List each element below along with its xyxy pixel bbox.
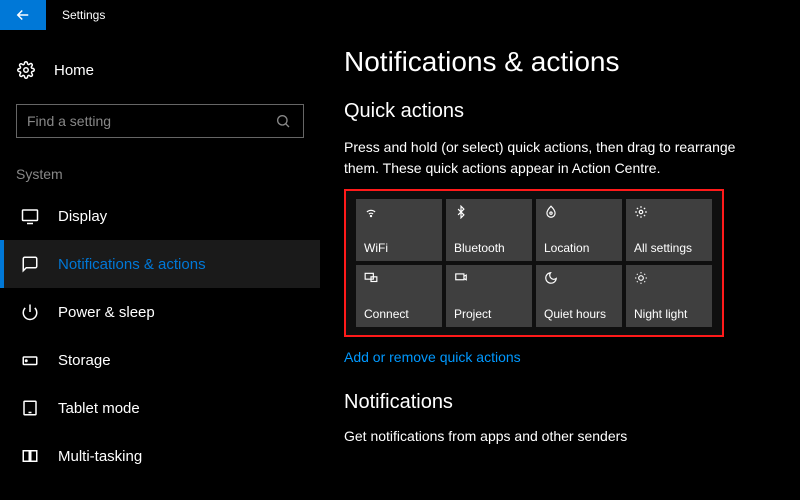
qa-tile-project[interactable]: Project xyxy=(446,265,532,327)
add-remove-quick-actions-link[interactable]: Add or remove quick actions xyxy=(344,349,780,365)
titlebar: Settings xyxy=(0,0,800,30)
qa-tile-label: WiFi xyxy=(364,241,434,255)
sidebar-item-label: Notifications & actions xyxy=(58,256,206,273)
qa-tile-label: Project xyxy=(454,307,524,321)
gear-icon xyxy=(16,60,36,80)
back-button[interactable] xyxy=(0,0,46,30)
page-title: Notifications & actions xyxy=(344,46,780,78)
sun-icon xyxy=(634,271,704,287)
qa-tile-quiet-hours[interactable]: Quiet hours xyxy=(536,265,622,327)
sidebar-item-notifications[interactable]: Notifications & actions xyxy=(0,240,320,288)
window-title: Settings xyxy=(62,8,105,22)
sidebar: Home System Display Notifications & acti… xyxy=(0,30,320,500)
sidebar-home-label: Home xyxy=(54,62,94,79)
sidebar-item-label: Power & sleep xyxy=(58,304,155,321)
qa-tile-label: Bluetooth xyxy=(454,241,524,255)
location-icon xyxy=(544,205,614,221)
qa-tile-connect[interactable]: Connect xyxy=(356,265,442,327)
arrow-left-icon xyxy=(13,5,33,25)
sidebar-home[interactable]: Home xyxy=(0,50,320,90)
search-box[interactable] xyxy=(16,104,304,138)
connect-icon xyxy=(364,271,434,287)
qa-tile-label: All settings xyxy=(634,241,704,255)
notifications-description: Get notifications from apps and other se… xyxy=(344,428,780,444)
sidebar-section-label: System xyxy=(0,156,320,192)
qa-tile-wifi[interactable]: WiFi xyxy=(356,199,442,261)
moon-icon xyxy=(544,271,614,287)
notifications-heading: Notifications xyxy=(344,391,780,414)
display-icon xyxy=(20,206,40,226)
gear-icon xyxy=(634,205,704,221)
sidebar-item-label: Storage xyxy=(58,352,111,369)
multitasking-icon xyxy=(20,446,40,466)
qa-tile-night-light[interactable]: Night light xyxy=(626,265,712,327)
sidebar-item-storage[interactable]: Storage xyxy=(0,336,320,384)
sidebar-item-label: Display xyxy=(58,208,107,225)
sidebar-item-display[interactable]: Display xyxy=(0,192,320,240)
project-icon xyxy=(454,271,524,287)
qa-tile-bluetooth[interactable]: Bluetooth xyxy=(446,199,532,261)
wifi-icon xyxy=(364,205,434,221)
bluetooth-icon xyxy=(454,205,524,221)
search-input[interactable] xyxy=(27,113,273,129)
quick-actions-grid: WiFi Bluetooth Location All settings Con… xyxy=(356,199,712,327)
quick-actions-highlight: WiFi Bluetooth Location All settings Con… xyxy=(344,189,724,337)
qa-tile-label: Night light xyxy=(634,307,704,321)
notifications-icon xyxy=(20,254,40,274)
sidebar-item-label: Multi-tasking xyxy=(58,448,142,465)
sidebar-item-power[interactable]: Power & sleep xyxy=(0,288,320,336)
sidebar-item-label: Tablet mode xyxy=(58,400,140,417)
tablet-icon xyxy=(20,398,40,418)
qa-tile-label: Location xyxy=(544,241,614,255)
main-content: Notifications & actions Quick actions Pr… xyxy=(320,30,800,500)
quick-actions-description: Press and hold (or select) quick actions… xyxy=(344,137,764,179)
sidebar-item-multitasking[interactable]: Multi-tasking xyxy=(0,432,320,480)
qa-tile-all-settings[interactable]: All settings xyxy=(626,199,712,261)
quick-actions-heading: Quick actions xyxy=(344,100,780,123)
search-icon xyxy=(273,111,293,131)
power-icon xyxy=(20,302,40,322)
sidebar-item-tablet[interactable]: Tablet mode xyxy=(0,384,320,432)
qa-tile-location[interactable]: Location xyxy=(536,199,622,261)
qa-tile-label: Connect xyxy=(364,307,434,321)
qa-tile-label: Quiet hours xyxy=(544,307,614,321)
storage-icon xyxy=(20,350,40,370)
